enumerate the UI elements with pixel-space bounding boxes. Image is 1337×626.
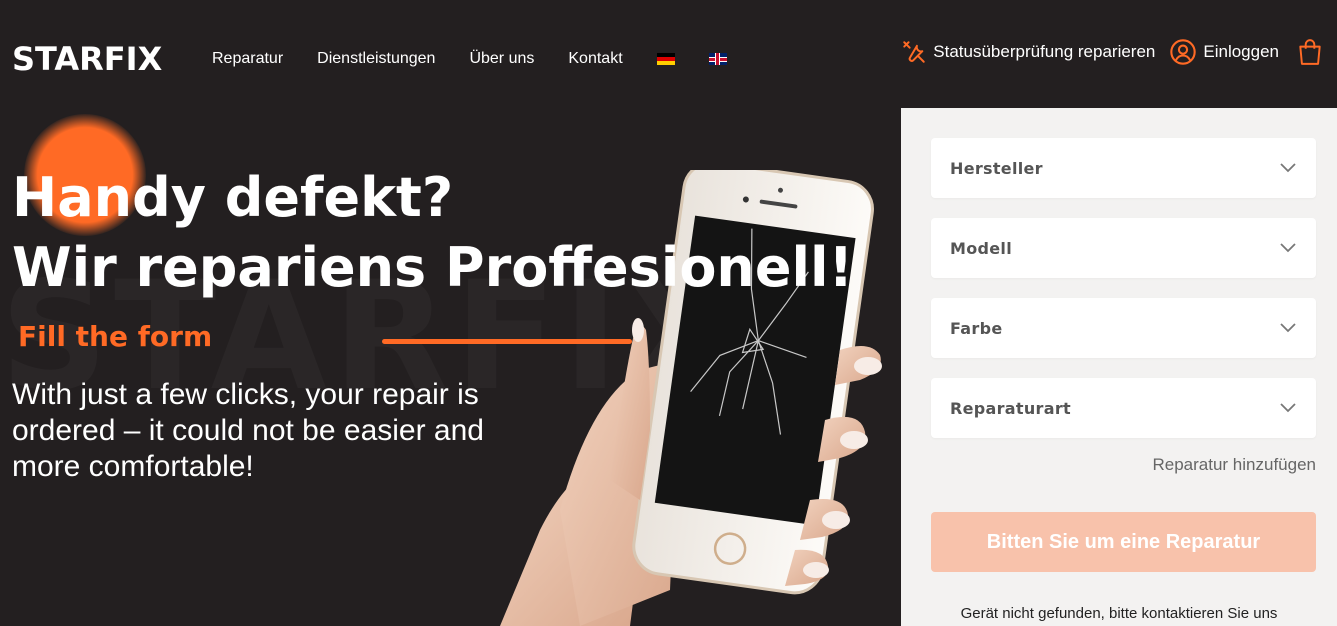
manufacturer-select[interactable]: Hersteller [931, 138, 1316, 198]
hero-headline: Handy defekt? Wir repariens Proffesionel… [12, 163, 853, 303]
chevron-down-icon [1280, 323, 1296, 333]
headline-line-1: Handy defekt? [12, 166, 454, 229]
status-check-link[interactable]: Statusüberprüfung reparieren [901, 39, 1155, 65]
chevron-down-icon [1280, 403, 1296, 413]
nav-dienstleistungen[interactable]: Dienstleistungen [317, 50, 435, 68]
nav-ueber-uns[interactable]: Über uns [469, 50, 534, 68]
chevron-down-icon [1280, 163, 1296, 173]
login-link[interactable]: Einloggen [1169, 38, 1279, 66]
chevron-down-icon [1280, 243, 1296, 253]
model-select[interactable]: Modell [931, 218, 1316, 278]
add-repair-link[interactable]: Reparatur hinzufügen [1152, 455, 1316, 475]
color-select-label: Farbe [950, 318, 1003, 338]
wrench-icon [903, 41, 926, 63]
model-select-label: Modell [950, 238, 1012, 258]
repair-type-select-label: Reparaturart [950, 398, 1071, 418]
headline-line-2: Wir repariens Proffesionell! [12, 236, 854, 299]
user-icon [1170, 39, 1197, 65]
manufacturer-select-label: Hersteller [950, 158, 1043, 178]
decorative-orange-line [382, 339, 632, 344]
main-nav: Reparatur Dienstleistungen Über uns Kont… [212, 50, 761, 68]
cart-button[interactable] [1297, 38, 1329, 66]
nav-reparatur[interactable]: Reparatur [212, 50, 283, 68]
flag-de-icon[interactable] [656, 53, 675, 65]
logo[interactable]: STARFIX [12, 40, 162, 78]
status-check-label: Statusüberprüfung reparieren [933, 42, 1156, 61]
login-label: Einloggen [1203, 42, 1279, 61]
header-actions: Statusüberprüfung reparieren Einloggen [887, 38, 1329, 66]
hero-subtext: With just a few clicks, your repair is o… [12, 378, 484, 483]
nav-kontakt[interactable]: Kontakt [568, 50, 622, 68]
shopping-bag-icon [1299, 39, 1321, 65]
device-not-found-note: Gerät nicht gefunden, bitte kontaktieren… [960, 605, 1278, 622]
fill-form-label: Fill the form [18, 320, 213, 353]
color-select[interactable]: Farbe [931, 298, 1316, 358]
request-repair-button[interactable]: Bitten Sie um eine Reparatur [931, 512, 1316, 572]
flag-en-icon[interactable] [708, 53, 727, 65]
repair-type-select[interactable]: Reparaturart [931, 378, 1316, 438]
repair-form-panel: Hersteller Modell Farbe Reparaturart Rep… [901, 108, 1337, 626]
